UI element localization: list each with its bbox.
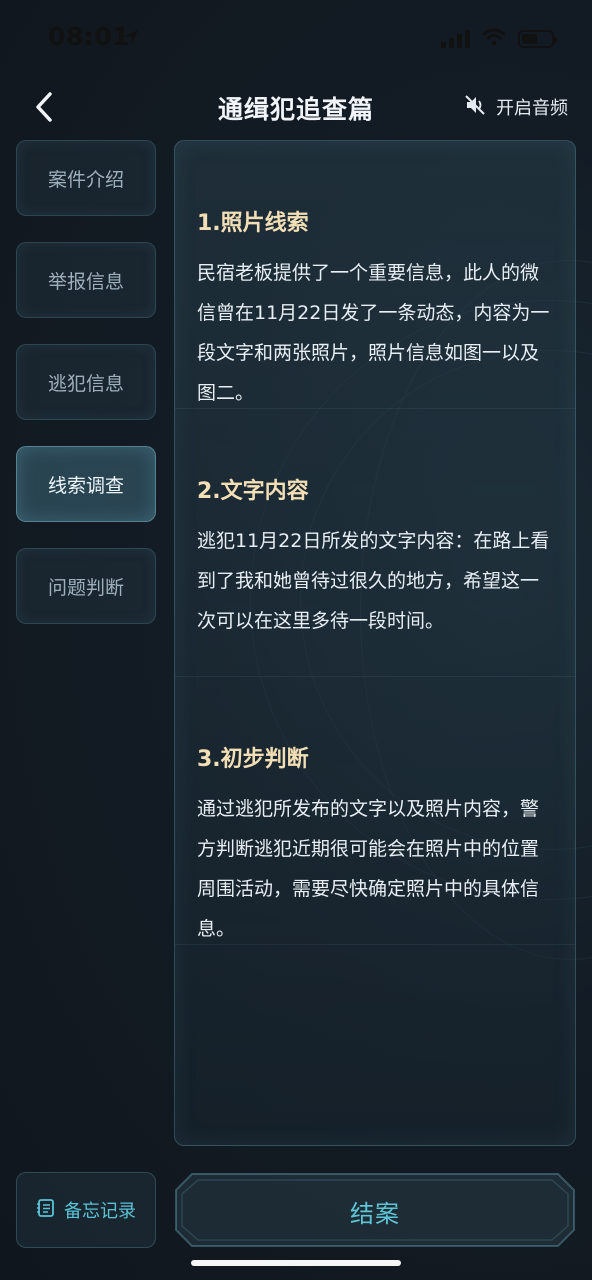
status-indicators: [441, 28, 557, 50]
notes-icon: [36, 1198, 56, 1223]
cellular-signal-icon: [441, 30, 470, 48]
memo-button[interactable]: 备忘记录: [16, 1172, 156, 1248]
wifi-icon: [482, 28, 506, 50]
close-case-label: 结案: [350, 1200, 400, 1228]
audio-toggle-label: 开启音频: [496, 98, 568, 119]
section-body: 逃犯11月22日所发的文字内容：在路上看到了我和她曾待过很久的地方，希望这一次可…: [197, 530, 550, 632]
sidebar-item-report-info[interactable]: 举报信息: [16, 242, 156, 318]
section-body: 民宿老板提供了一个重要信息，此人的微信曾在11月22日发了一条动态，内容为一段文…: [197, 262, 550, 404]
clue-section: 1.照片线索 民宿老板提供了一个重要信息，此人的微信曾在11月22日发了一条动态…: [175, 141, 575, 409]
header: 通缉犯追查篇 开启音频: [0, 80, 592, 136]
screen: 08:01 通缉犯追查篇 开启音频 案件介绍 举报信息 逃犯信息 线索调查 问题…: [0, 0, 592, 1280]
sidebar-item-case-intro[interactable]: 案件介绍: [16, 140, 156, 216]
battery-icon: [518, 30, 557, 48]
section-title: 1.照片线索: [197, 211, 309, 236]
clue-section: 2.文字内容 逃犯11月22日所发的文字内容：在路上看到了我和她曾待过很久的地方…: [175, 409, 575, 677]
sidebar-item-fugitive-info[interactable]: 逃犯信息: [16, 344, 156, 420]
sidebar-item-question-judgment[interactable]: 问题判断: [16, 548, 156, 624]
content-panel[interactable]: 1.照片线索 民宿老板提供了一个重要信息，此人的微信曾在11月22日发了一条动态…: [174, 140, 576, 1146]
section-title: 3.初步判断: [197, 747, 309, 772]
sidebar-item-clue-investigation[interactable]: 线索调查: [16, 446, 156, 522]
audio-toggle-button[interactable]: 开启音频: [464, 94, 568, 120]
section-title: 2.文字内容: [197, 479, 309, 504]
section-body: 通过逃犯所发布的文字以及照片内容，警方判断逃犯近期很可能会在照片中的位置周围活动…: [197, 798, 540, 940]
home-indicator[interactable]: [191, 1260, 401, 1266]
sidebar: 案件介绍 举报信息 逃犯信息 线索调查 问题判断: [16, 140, 156, 650]
clue-section: 3.初步判断 通过逃犯所发布的文字以及照片内容，警方判断逃犯近期很可能会在照片中…: [175, 677, 575, 945]
status-time: 08:01: [48, 22, 131, 51]
status-bar: 08:01: [0, 0, 592, 80]
close-case-button[interactable]: 结案: [174, 1172, 576, 1248]
location-arrow-icon: [122, 28, 140, 50]
speaker-muted-icon: [464, 94, 486, 120]
memo-label: 备忘记录: [64, 1201, 136, 1222]
